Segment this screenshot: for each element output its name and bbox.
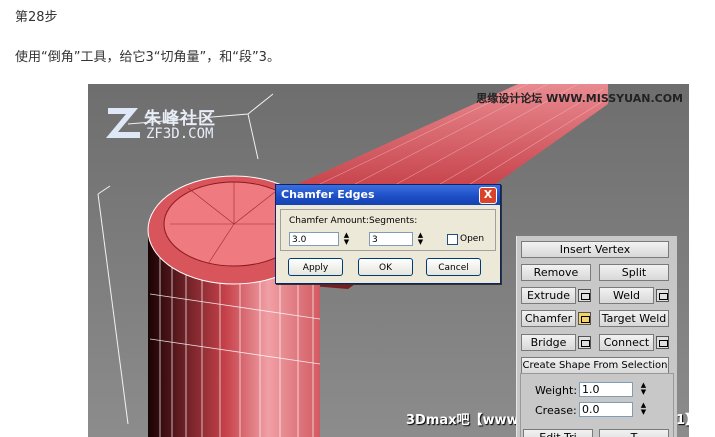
create-shape-button[interactable]: Create Shape From Selection (521, 357, 669, 374)
weight-spinner-icon[interactable]: ▲ ▼ (639, 382, 648, 396)
segments-label: Segments: (369, 216, 418, 226)
connect-button[interactable]: Connect (599, 334, 654, 351)
segments-spinner-icon[interactable]: ▲ ▼ (416, 232, 425, 246)
viewport-screenshot: 朱峰社区 ZF3D.COM 思缘设计论坛 WWW.MISSYUAN.COM 3D… (88, 84, 689, 437)
extrude-settings-icon[interactable] (578, 289, 591, 302)
edit-tri-button[interactable]: Edit Tri (523, 429, 593, 437)
chamfer-settings-icon[interactable] (578, 312, 591, 325)
bridge-button[interactable]: Bridge (521, 334, 576, 351)
insert-vertex-button[interactable]: Insert Vertex (521, 241, 669, 258)
weld-settings-icon[interactable] (656, 289, 669, 302)
weight-input[interactable]: 1.0 (579, 382, 633, 397)
instruction-text: 使用“倒角”工具，给它3“切角量”，和“段”3。 (15, 50, 280, 65)
weight-label: Weight: (535, 384, 578, 397)
cancel-button[interactable]: Cancel (426, 258, 481, 276)
chamfer-amount-label: Chamfer Amount: (289, 216, 369, 226)
zf3d-logo: 朱峰社区 ZF3D.COM (104, 102, 254, 142)
close-icon[interactable]: X (479, 187, 497, 204)
crease-spinner-icon[interactable]: ▲ ▼ (639, 402, 648, 416)
logo-text-en: ZF3D.COM (146, 126, 214, 142)
crease-input[interactable]: 0.0 (579, 402, 633, 417)
target-weld-button[interactable]: Target Weld (599, 310, 669, 327)
dialog-title: Chamfer Edges (281, 188, 375, 201)
split-button[interactable]: Split (599, 264, 669, 281)
apply-button[interactable]: Apply (288, 258, 343, 276)
bridge-settings-icon[interactable] (578, 336, 591, 349)
crease-label: Crease: (535, 404, 577, 417)
chamfer-amount-spinner-icon[interactable]: ▲ ▼ (342, 232, 351, 246)
watermark-top: 思缘设计论坛 WWW.MISSYUAN.COM (476, 92, 683, 105)
open-label: Open (460, 234, 485, 244)
weld-button[interactable]: Weld (599, 287, 654, 304)
remove-button[interactable]: Remove (521, 264, 591, 281)
ok-button[interactable]: OK (358, 258, 413, 276)
turn-button[interactable]: T (599, 429, 669, 437)
extrude-button[interactable]: Extrude (521, 287, 576, 304)
step-title: 第28步 (15, 10, 58, 25)
connect-settings-icon[interactable] (656, 336, 669, 349)
chamfer-button[interactable]: Chamfer (521, 310, 576, 327)
chamfer-edges-dialog: Chamfer Edges X Chamfer Amount: 3.0 ▲ ▼ S… (275, 184, 501, 284)
segments-input[interactable]: 3 (369, 232, 413, 246)
dialog-titlebar[interactable]: Chamfer Edges X (276, 185, 500, 205)
open-checkbox[interactable] (447, 234, 458, 245)
edit-edges-panel: Insert Vertex Remove Split Extrude Weld … (516, 236, 677, 437)
chamfer-amount-input[interactable]: 3.0 (289, 232, 339, 246)
logo-z-icon (106, 108, 140, 138)
